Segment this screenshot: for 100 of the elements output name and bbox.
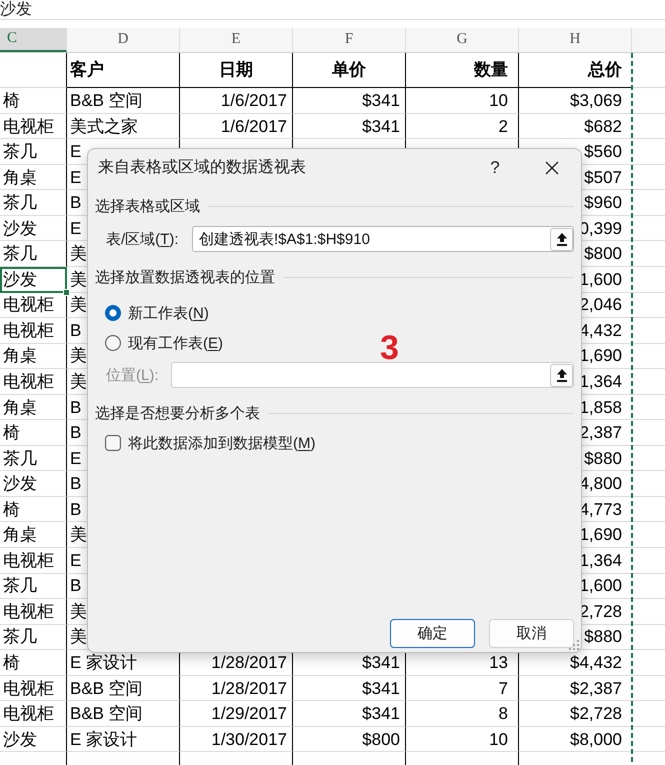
table-cell: $341 (362, 680, 400, 697)
table-cell: $560 (584, 143, 622, 160)
table-cell: 7 (498, 680, 508, 697)
table-cell: E (70, 450, 82, 467)
section-heading: 选择是否想要分析多个表 (95, 406, 260, 420)
table-cell: 1,364 (579, 552, 622, 569)
table-cell: 美 (70, 628, 87, 646)
section-heading: 选择表格或区域 (95, 198, 200, 214)
table-cell: $8,000 (570, 730, 622, 748)
table-cell: $341 (362, 654, 400, 671)
table-cell: $507 (584, 168, 622, 186)
location-input[interactable] (171, 362, 574, 388)
table-cell: 椅 (3, 500, 20, 518)
table-cell: 电视柜 (3, 680, 54, 697)
table-cell: 1,690 (579, 347, 622, 364)
table-cell: 1/6/2017 (220, 92, 287, 109)
table-cell: 沙发 (3, 730, 37, 748)
help-button[interactable]: ? (480, 152, 510, 182)
table-cell: 美 (70, 602, 87, 620)
column-header[interactable]: D (67, 28, 180, 52)
column-header[interactable]: G (406, 28, 519, 52)
table-cell: $341 (362, 705, 400, 722)
table-cell: $4,432 (570, 654, 622, 671)
table-cell: $682 (584, 118, 622, 134)
radio-option[interactable]: 现有工作表(E) (105, 335, 224, 351)
table-header-cell: 日期 (219, 61, 253, 78)
table-cell: 电视柜 (3, 322, 54, 339)
table-cell: $960 (584, 194, 622, 212)
table-cell: 美 (70, 296, 87, 314)
table-cell: E (70, 143, 82, 160)
table-cell: B (70, 500, 82, 518)
table-cell: 8 (498, 705, 508, 722)
table-cell: 美 (70, 270, 87, 288)
table-cell: 茶几 (3, 577, 37, 594)
field-label: 位置(L): (106, 368, 159, 382)
column-header[interactable]: H (519, 28, 632, 52)
table-cell: 2 (498, 118, 508, 134)
table-cell: 2,046 (579, 296, 622, 314)
table-cell: $800 (362, 730, 400, 748)
column-header[interactable]: C (0, 28, 67, 52)
table-cell: 沙发 (3, 220, 37, 237)
table-cell: $341 (362, 92, 400, 109)
table-cell: 2,728 (579, 602, 622, 620)
column-header[interactable]: F (293, 28, 406, 52)
table-cell: 角桌 (3, 347, 37, 364)
table-cell: 茶几 (3, 628, 37, 646)
column-header[interactable]: E (180, 28, 293, 52)
cancel-button[interactable]: 取消 (489, 619, 574, 648)
table-cell: B&B 空间 (70, 92, 143, 109)
table-cell: B (70, 322, 82, 339)
field-label: 表/区域(T): (106, 232, 179, 246)
range-select-button[interactable] (550, 228, 573, 250)
table-cell: $2,387 (570, 680, 622, 697)
dialog-title: 来自表格或区域的数据透视表 (98, 160, 306, 176)
table-cell: 沙发 (3, 475, 37, 492)
table-cell: 2,387 (579, 424, 622, 442)
table-cell: 茶几 (3, 450, 37, 467)
table-cell: 美 (70, 372, 87, 390)
table-cell: 美 (70, 245, 87, 262)
table-cell: 电视柜 (3, 552, 54, 569)
table-cell: E (70, 552, 82, 569)
table-header-cell: 客户 (70, 61, 104, 78)
table-cell: E (70, 220, 82, 237)
table-cell: 电视柜 (3, 705, 54, 722)
table-cell: 茶几 (3, 143, 37, 160)
table-cell: 10 (489, 730, 508, 748)
table-cell: B (70, 424, 82, 442)
table-cell: 1/28/2017 (211, 680, 287, 697)
radio-option[interactable]: 新工作表(N) (105, 305, 209, 321)
table-cell: 茶几 (3, 194, 37, 212)
table-cell: $3,069 (570, 92, 622, 109)
table-cell: 电视柜 (3, 602, 54, 620)
table-cell: 10 (489, 92, 508, 109)
arrow-up-icon (556, 368, 568, 382)
checkbox-option[interactable]: 将此数据添加到数据模型(M) (105, 435, 316, 451)
table-cell: 椅 (3, 654, 20, 671)
table-cell: 1/29/2017 (211, 705, 287, 722)
formula-field[interactable]: 沙发 (0, 0, 665, 20)
table-cell: $880 (584, 450, 622, 467)
table-cell: 4,800 (579, 475, 622, 492)
range-select-button[interactable] (550, 364, 573, 386)
fill-handle-icon[interactable] (63, 288, 70, 296)
resize-grip-icon[interactable] (569, 640, 580, 651)
table-cell: B (70, 475, 82, 492)
table-cell: E 家设计 (70, 654, 138, 671)
table-cell: B (70, 194, 82, 212)
table-cell: 角桌 (3, 526, 37, 544)
ok-button[interactable]: 确定 (390, 619, 475, 648)
table-cell: 13 (489, 654, 508, 671)
table-cell: 1/6/2017 (220, 118, 287, 134)
table-cell: 美式之家 (70, 118, 138, 134)
table-header-cell: 数量 (474, 61, 508, 78)
table-cell: $2,728 (570, 705, 622, 722)
step-number: 3 (380, 331, 399, 365)
range-input[interactable]: 创建透视表!$A$1:$H$910 (192, 226, 574, 252)
close-icon (545, 160, 559, 174)
table-cell: 茶几 (3, 245, 37, 262)
table-cell: B (70, 398, 82, 416)
table-cell: 美 (70, 526, 87, 544)
table-cell: 1,858 (579, 398, 622, 416)
